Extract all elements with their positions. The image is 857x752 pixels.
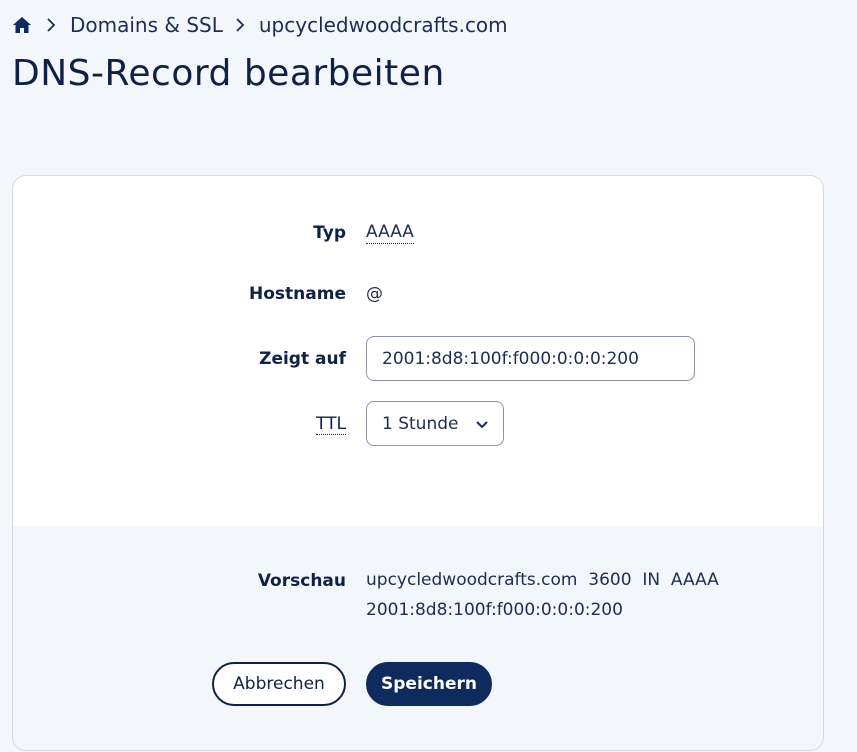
- ttl-row: TTL 1 Stunde: [13, 401, 823, 446]
- preview-text: upcycledwoodcrafts.com 3600 IN AAAA 2001…: [366, 565, 719, 625]
- chevron-right-icon: [46, 17, 58, 33]
- preview-line-1: upcycledwoodcrafts.com 3600 IN AAAA: [366, 570, 719, 590]
- preview-label: Vorschau: [257, 571, 346, 591]
- ttl-select-value: 1 Stunde: [382, 413, 459, 434]
- type-value: AAAA: [366, 222, 414, 244]
- page-title: DNS-Record bearbeiten: [12, 53, 445, 94]
- hostname-value: @: [366, 284, 383, 304]
- points-to-input[interactable]: 2001:8d8:100f:f000:0:0:0:200: [366, 336, 695, 381]
- cancel-button[interactable]: Abbrechen: [212, 662, 346, 706]
- save-button[interactable]: Speichern: [366, 662, 492, 706]
- breadcrumb-domain[interactable]: upcycledwoodcrafts.com: [259, 13, 508, 37]
- points-to-label: Zeigt auf: [259, 348, 346, 369]
- form-body: Typ AAAA Hostname @ Zeigt auf 2001:8d8:1…: [13, 176, 823, 526]
- chevron-right-icon: [235, 17, 247, 33]
- type-row: Typ AAAA: [13, 222, 823, 244]
- hostname-row: Hostname @: [13, 284, 823, 304]
- breadcrumb: Domains & SSL upcycledwoodcrafts.com: [12, 12, 508, 38]
- type-label: Typ: [313, 223, 346, 243]
- preview-line-2: 2001:8d8:100f:f000:0:0:0:200: [366, 600, 623, 620]
- breadcrumb-domains-ssl[interactable]: Domains & SSL: [70, 13, 223, 37]
- preview-footer: Vorschau upcycledwoodcrafts.com 3600 IN …: [13, 526, 823, 750]
- home-icon[interactable]: [12, 14, 34, 36]
- ttl-label-text[interactable]: TTL: [316, 413, 346, 435]
- preview-row: Vorschau upcycledwoodcrafts.com 3600 IN …: [13, 570, 719, 625]
- hostname-label: Hostname: [249, 284, 346, 304]
- ttl-label: TTL: [13, 413, 346, 435]
- dns-record-card: Typ AAAA Hostname @ Zeigt auf 2001:8d8:1…: [12, 175, 824, 751]
- ttl-select[interactable]: 1 Stunde: [366, 401, 504, 446]
- chevron-down-icon: [476, 414, 488, 434]
- points-to-row: Zeigt auf 2001:8d8:100f:f000:0:0:0:200: [13, 336, 823, 381]
